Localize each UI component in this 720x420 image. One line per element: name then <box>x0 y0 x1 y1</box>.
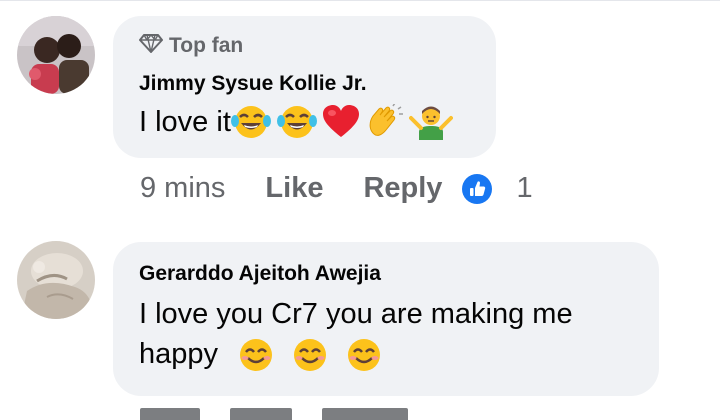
top-divider <box>0 0 720 1</box>
smiling-face-emoji <box>348 339 381 372</box>
comment-text: I love you Cr7 you are making me happy <box>139 294 649 374</box>
badge-label: Top fan <box>169 33 244 57</box>
laughing-tears-emoji <box>276 106 317 138</box>
avatar[interactable] <box>17 16 95 94</box>
comment-bubble: Top fan Jimmy Sysue Kollie Jr. I love it <box>113 16 496 158</box>
comment-timestamp[interactable]: 9 mins <box>140 172 225 205</box>
comment-bubble: Gerarddo Ajeitoh Awejia I love you Cr7 y… <box>113 242 659 396</box>
like-button[interactable]: Like <box>265 172 323 205</box>
top-fan-badge: Top fan <box>139 33 243 58</box>
comment-text: I love it <box>139 102 453 142</box>
red-heart-emoji <box>322 105 359 137</box>
avatar[interactable] <box>17 241 95 319</box>
smiling-face-emoji <box>240 339 273 372</box>
shrugging-person-emoji <box>408 106 453 140</box>
comment-author[interactable]: Jimmy Sysue Kollie Jr. <box>139 72 367 96</box>
timestamp-fragment <box>140 408 200 420</box>
comment-author[interactable]: Gerarddo Ajeitoh Awejia <box>139 262 381 286</box>
thumbs-up-icon[interactable] <box>462 173 493 204</box>
reply-button-fragment[interactable] <box>322 408 408 420</box>
laughing-tears-emoji <box>230 106 271 138</box>
reply-button[interactable]: Reply <box>363 172 442 205</box>
diamond-icon <box>139 33 163 58</box>
comment-actions-cut-off <box>140 408 408 420</box>
reaction-count[interactable]: 1 <box>516 172 532 205</box>
comment-actions: 9 mins Like Reply 1 <box>140 172 533 205</box>
smiling-face-emoji <box>294 339 327 372</box>
clapping-hands-emoji <box>369 104 403 136</box>
like-button-fragment[interactable] <box>230 408 292 420</box>
comment-text-content: I love it <box>139 106 231 138</box>
